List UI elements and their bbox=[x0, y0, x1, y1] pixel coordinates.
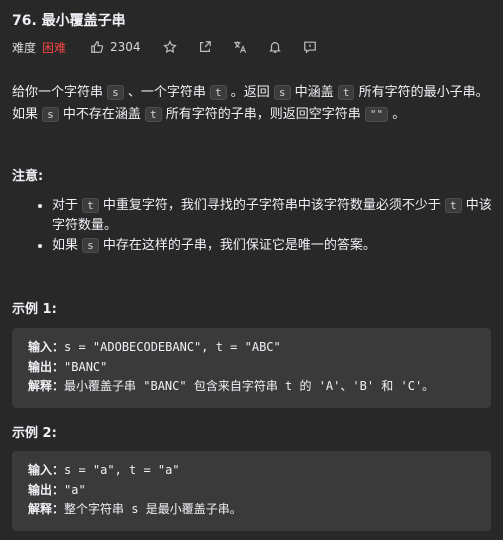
example-input: s = "ADOBECODEBANC", t = "ABC" bbox=[64, 340, 281, 354]
example-1-box: 输入：s = "ADOBECODEBANC", t = "ABC" 输出："BA… bbox=[12, 328, 491, 408]
translate-icon bbox=[233, 41, 246, 53]
bell-icon bbox=[268, 42, 281, 53]
code-s: s bbox=[107, 85, 124, 100]
comment-icon bbox=[303, 41, 316, 54]
example-output: "a" bbox=[64, 482, 86, 497]
example-2-box: 输入：s = "a", t = "a" 输出："a" 解释：整个字符串 s 是最… bbox=[12, 451, 491, 531]
share-button[interactable] bbox=[198, 40, 212, 54]
favorite-button[interactable] bbox=[162, 40, 177, 54]
like-button[interactable]: 2304 bbox=[90, 40, 141, 54]
translate-button[interactable] bbox=[233, 40, 247, 54]
example-1-heading: 示例 1: bbox=[12, 302, 57, 317]
code-t: t bbox=[145, 107, 162, 122]
code-t: t bbox=[82, 198, 99, 213]
problem-title: 76. 最小覆盖子串 bbox=[12, 13, 126, 29]
star-icon bbox=[162, 40, 177, 54]
difficulty-label: 难度 bbox=[12, 40, 37, 55]
code-s: s bbox=[42, 107, 59, 122]
example-2-heading: 示例 2: bbox=[12, 426, 57, 441]
example-explanation: 整个字符串 s 是最小覆盖子串。 bbox=[64, 502, 242, 516]
note-item: 如果 s 中存在这样的子串，我们保证它是唯一的答案。 bbox=[52, 236, 494, 256]
share-icon bbox=[199, 41, 211, 52]
code-t: t bbox=[210, 85, 227, 100]
feedback-button[interactable] bbox=[303, 40, 317, 54]
note-item: 对于 t 中重复字符，我们寻找的子字符串中该字符数量必须不少于 t 中该字符数量… bbox=[52, 196, 494, 236]
example-output: "BANC" bbox=[64, 359, 108, 374]
code-t: t bbox=[337, 85, 355, 100]
problem-toolbar: 难度 困难 2304 bbox=[12, 38, 338, 56]
notification-button[interactable] bbox=[268, 40, 282, 54]
thumbs-up-icon bbox=[91, 41, 104, 53]
code-s: s bbox=[273, 85, 291, 100]
code-empty-string: "" bbox=[364, 107, 389, 122]
example-input: s = "a", t = "a" bbox=[64, 463, 180, 477]
like-count: 2304 bbox=[110, 40, 141, 54]
code-t: t bbox=[445, 198, 462, 213]
difficulty-badge: 困难 bbox=[42, 40, 67, 55]
code-s: s bbox=[82, 238, 99, 253]
example-explanation: 最小覆盖子串 "BANC" 包含来自字符串 t 的 'A'、'B' 和 'C'。 bbox=[64, 379, 435, 393]
problem-description: 给你一个字符串 s 、一个字符串 t 。返回 s 中涵盖 t 所有字符的最小子串… bbox=[12, 85, 489, 122]
note-list: 对于 t 中重复字符，我们寻找的子字符串中该字符数量必须不少于 t 中该字符数量… bbox=[12, 196, 494, 256]
note-heading: 注意: bbox=[12, 169, 44, 184]
